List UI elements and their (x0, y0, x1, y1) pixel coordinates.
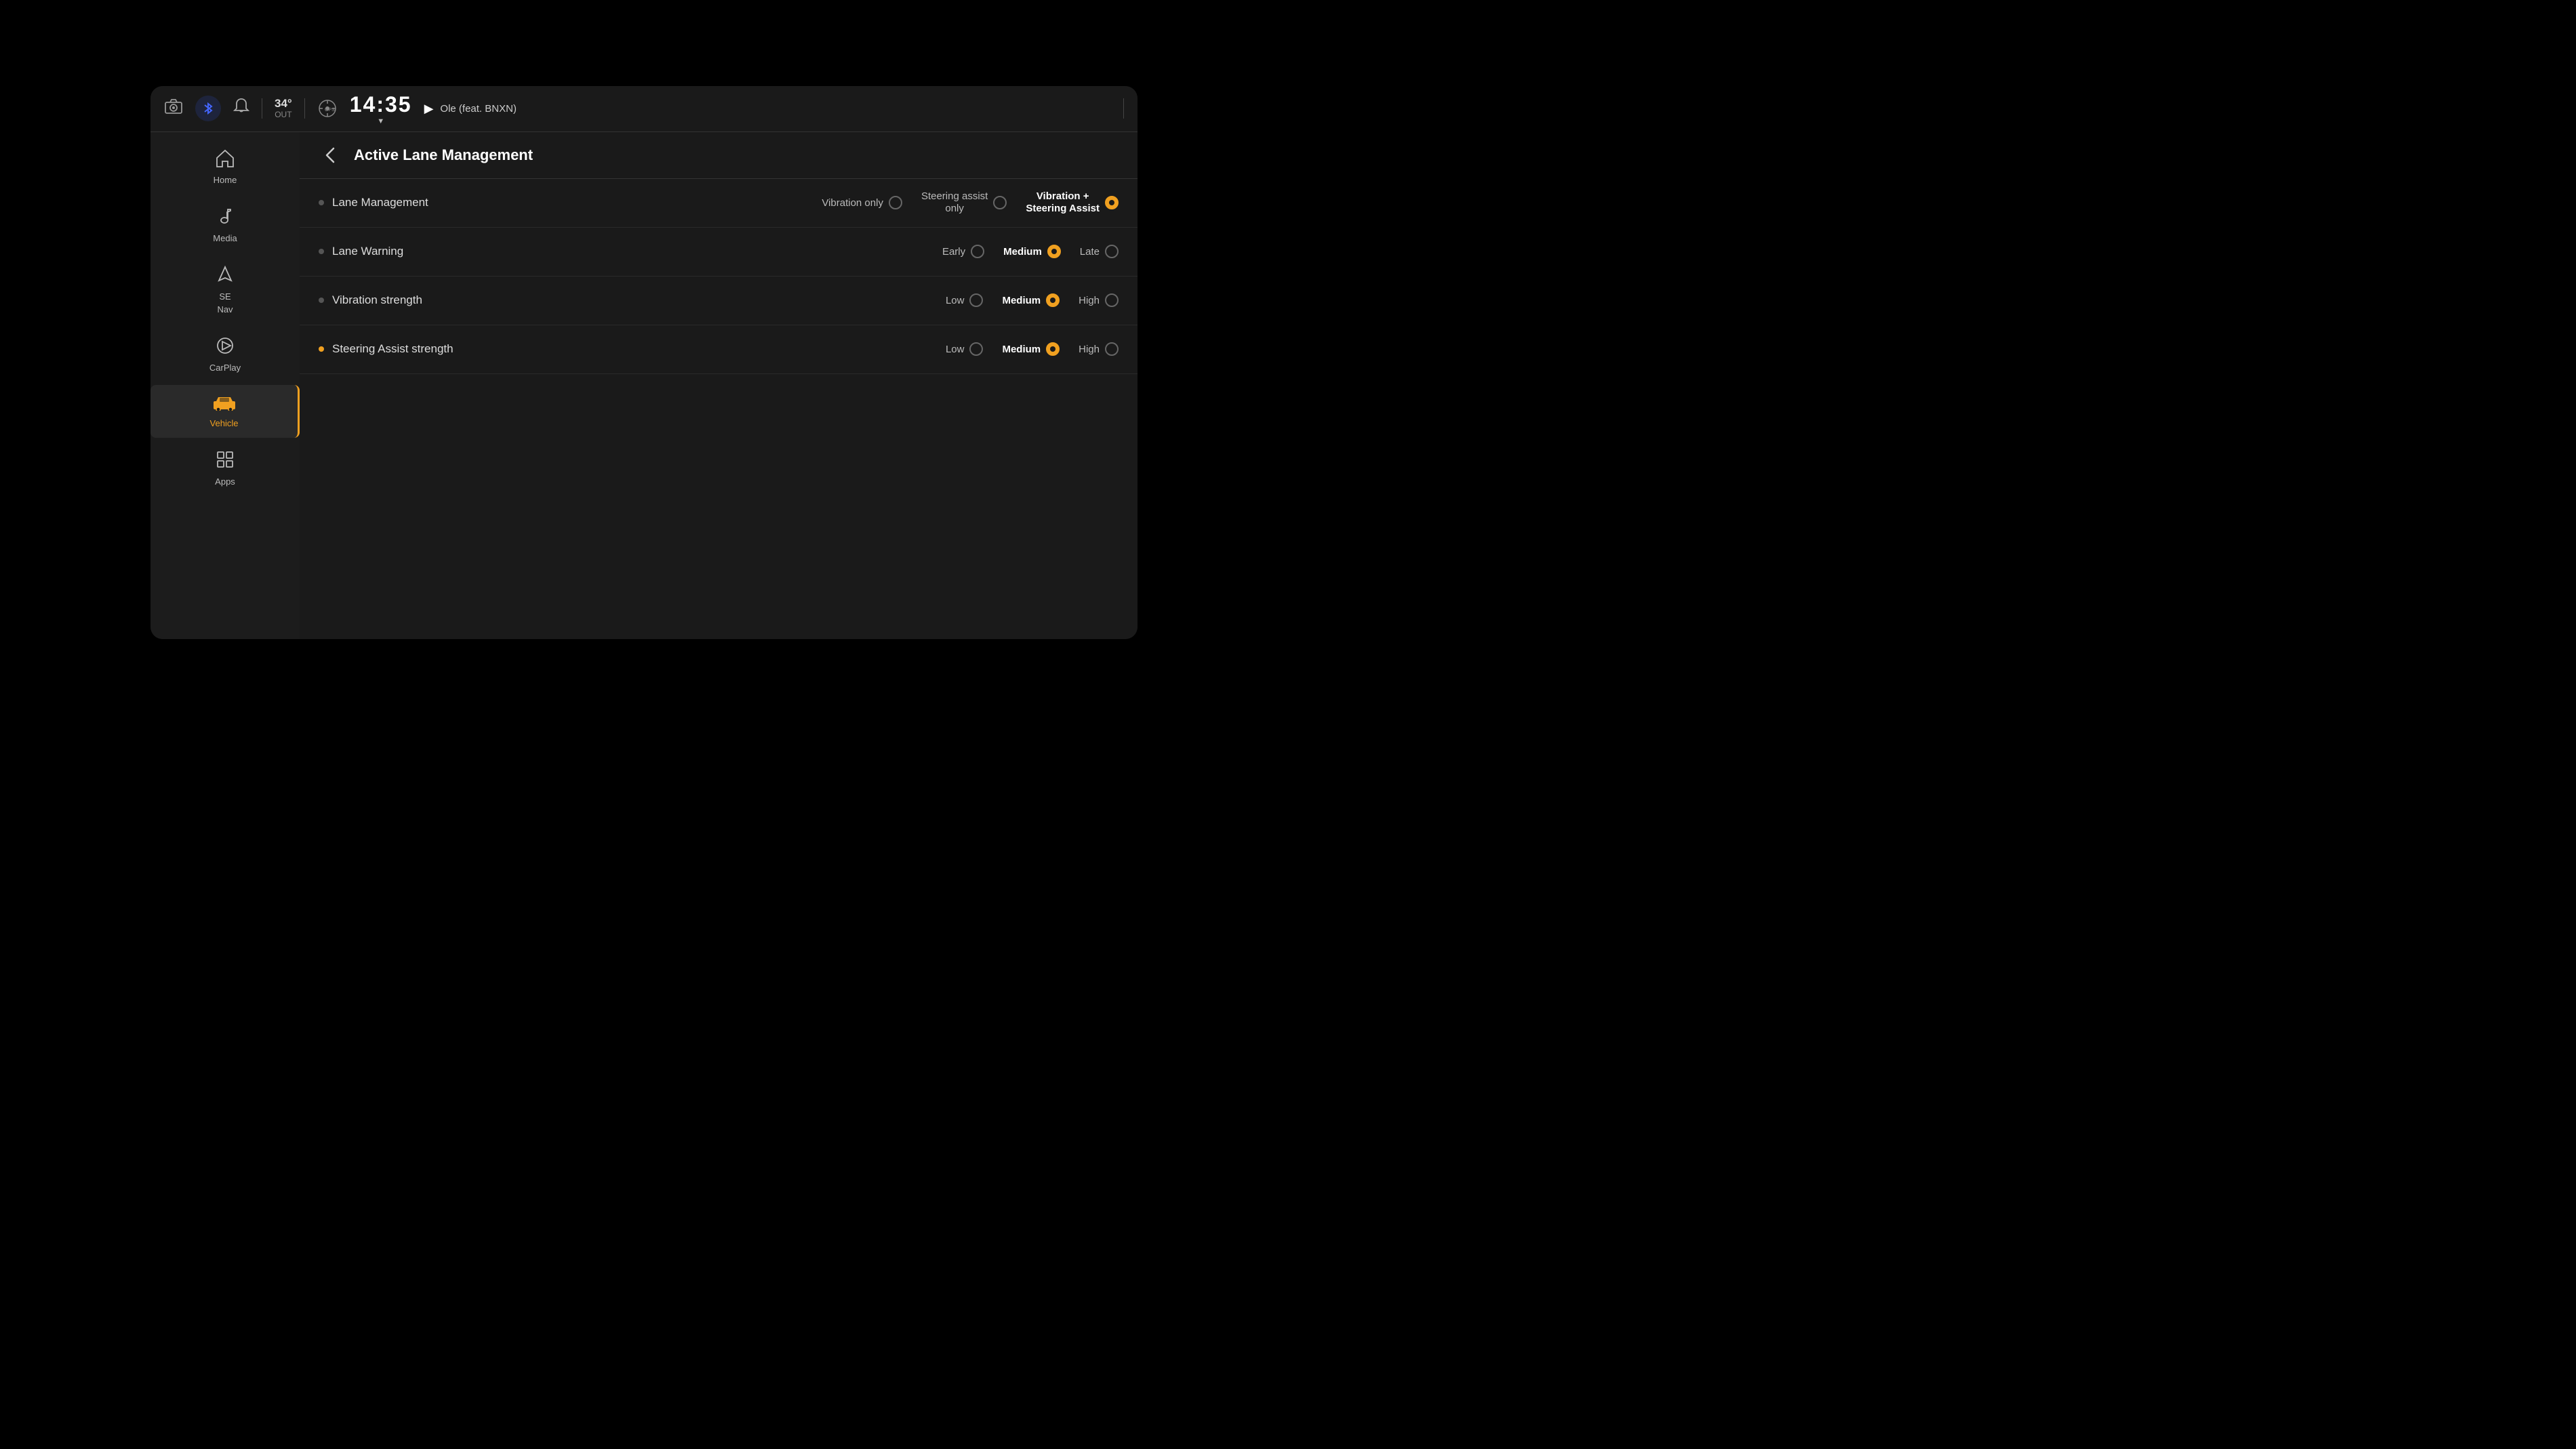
radio-vibration-only[interactable] (889, 196, 902, 209)
main-content: Home Media SE Nav (150, 132, 1138, 639)
row-indicator (319, 200, 324, 205)
vehicle-icon (212, 394, 237, 415)
screen: 34° OUT GPS 14:35 ▼ ▶ Ole (feat. BNXN) (150, 86, 1138, 639)
radio-high-steer[interactable] (1105, 342, 1119, 356)
sidebar-item-home[interactable]: Home (150, 139, 300, 195)
sidebar-item-carplay[interactable]: CarPlay (150, 327, 300, 382)
page-header: Active Lane Management (300, 132, 1138, 179)
row-indicator-2 (319, 249, 324, 254)
radio-medium-vib[interactable] (1046, 293, 1060, 307)
camera-icon[interactable] (164, 98, 183, 119)
header: 34° OUT GPS 14:35 ▼ ▶ Ole (feat. BNXN) (150, 86, 1138, 132)
bell-icon[interactable] (233, 98, 249, 119)
music-icon (216, 207, 235, 230)
sidebar: Home Media SE Nav (150, 132, 300, 639)
radio-vibration-steering[interactable] (1105, 196, 1119, 209)
option-vibration-only[interactable]: Vibration only (822, 196, 902, 209)
vibration-strength-options: Low Medium High (946, 293, 1119, 307)
play-icon: ▶ (424, 102, 434, 116)
table-row: Vibration strength Low Medium High (300, 277, 1138, 325)
page-content: Active Lane Management Lane Management V… (300, 132, 1138, 639)
option-vibration-steering[interactable]: Vibration +Steering Assist (1026, 190, 1119, 215)
carplay-icon (216, 336, 235, 360)
sidebar-item-media[interactable]: Media (150, 197, 300, 253)
bluetooth-icon[interactable] (195, 96, 221, 121)
divider-2 (304, 98, 305, 119)
radio-low-vib[interactable] (969, 293, 983, 307)
lane-management-options: Vibration only Steering assistonly Vibra… (822, 190, 1119, 215)
option-steering-assist-only[interactable]: Steering assistonly (921, 190, 1007, 215)
option-high-vib[interactable]: High (1079, 293, 1119, 307)
option-low-steer[interactable]: Low (946, 342, 984, 356)
divider-3 (1123, 98, 1124, 119)
sidebar-item-vehicle[interactable]: Vehicle (150, 385, 300, 438)
option-late[interactable]: Late (1080, 245, 1119, 258)
page-title: Active Lane Management (354, 146, 533, 164)
radio-low-steer[interactable] (969, 342, 983, 356)
time-display: 14:35 ▼ (350, 92, 412, 125)
option-low-vib[interactable]: Low (946, 293, 984, 307)
nav-icon (216, 265, 235, 289)
music-info: ▶ Ole (feat. BNXN) (424, 102, 517, 116)
radio-steering-assist-only[interactable] (993, 196, 1007, 209)
radio-medium-warning[interactable] (1047, 245, 1061, 258)
radio-early[interactable] (971, 245, 984, 258)
sidebar-item-apps[interactable]: Apps (150, 441, 300, 496)
steering-strength-options: Low Medium High (946, 342, 1119, 356)
sidebar-item-nav[interactable]: SE Nav (150, 256, 300, 324)
gps-icon: GPS (317, 98, 338, 119)
option-medium-steer[interactable]: Medium (1002, 342, 1060, 356)
lane-warning-options: Early Medium Late (942, 245, 1119, 258)
apps-icon (216, 450, 235, 474)
home-icon (215, 148, 235, 172)
row-indicator-3 (319, 298, 324, 303)
row-indicator-4 (319, 346, 324, 352)
option-medium-vib[interactable]: Medium (1002, 293, 1060, 307)
back-button[interactable] (319, 143, 343, 167)
option-early[interactable]: Early (942, 245, 984, 258)
temperature: 34° OUT (275, 98, 292, 119)
radio-late[interactable] (1105, 245, 1119, 258)
table-row: Lane Management Vibration only Steering … (300, 179, 1138, 228)
table-row: Steering Assist strength Low Medium High (300, 325, 1138, 374)
option-medium-warning[interactable]: Medium (1003, 245, 1061, 258)
radio-high-vib[interactable] (1105, 293, 1119, 307)
svg-text:GPS: GPS (325, 108, 335, 113)
radio-medium-steer[interactable] (1046, 342, 1060, 356)
option-high-steer[interactable]: High (1079, 342, 1119, 356)
settings-list: Lane Management Vibration only Steering … (300, 179, 1138, 639)
table-row: Lane Warning Early Medium Late (300, 228, 1138, 277)
